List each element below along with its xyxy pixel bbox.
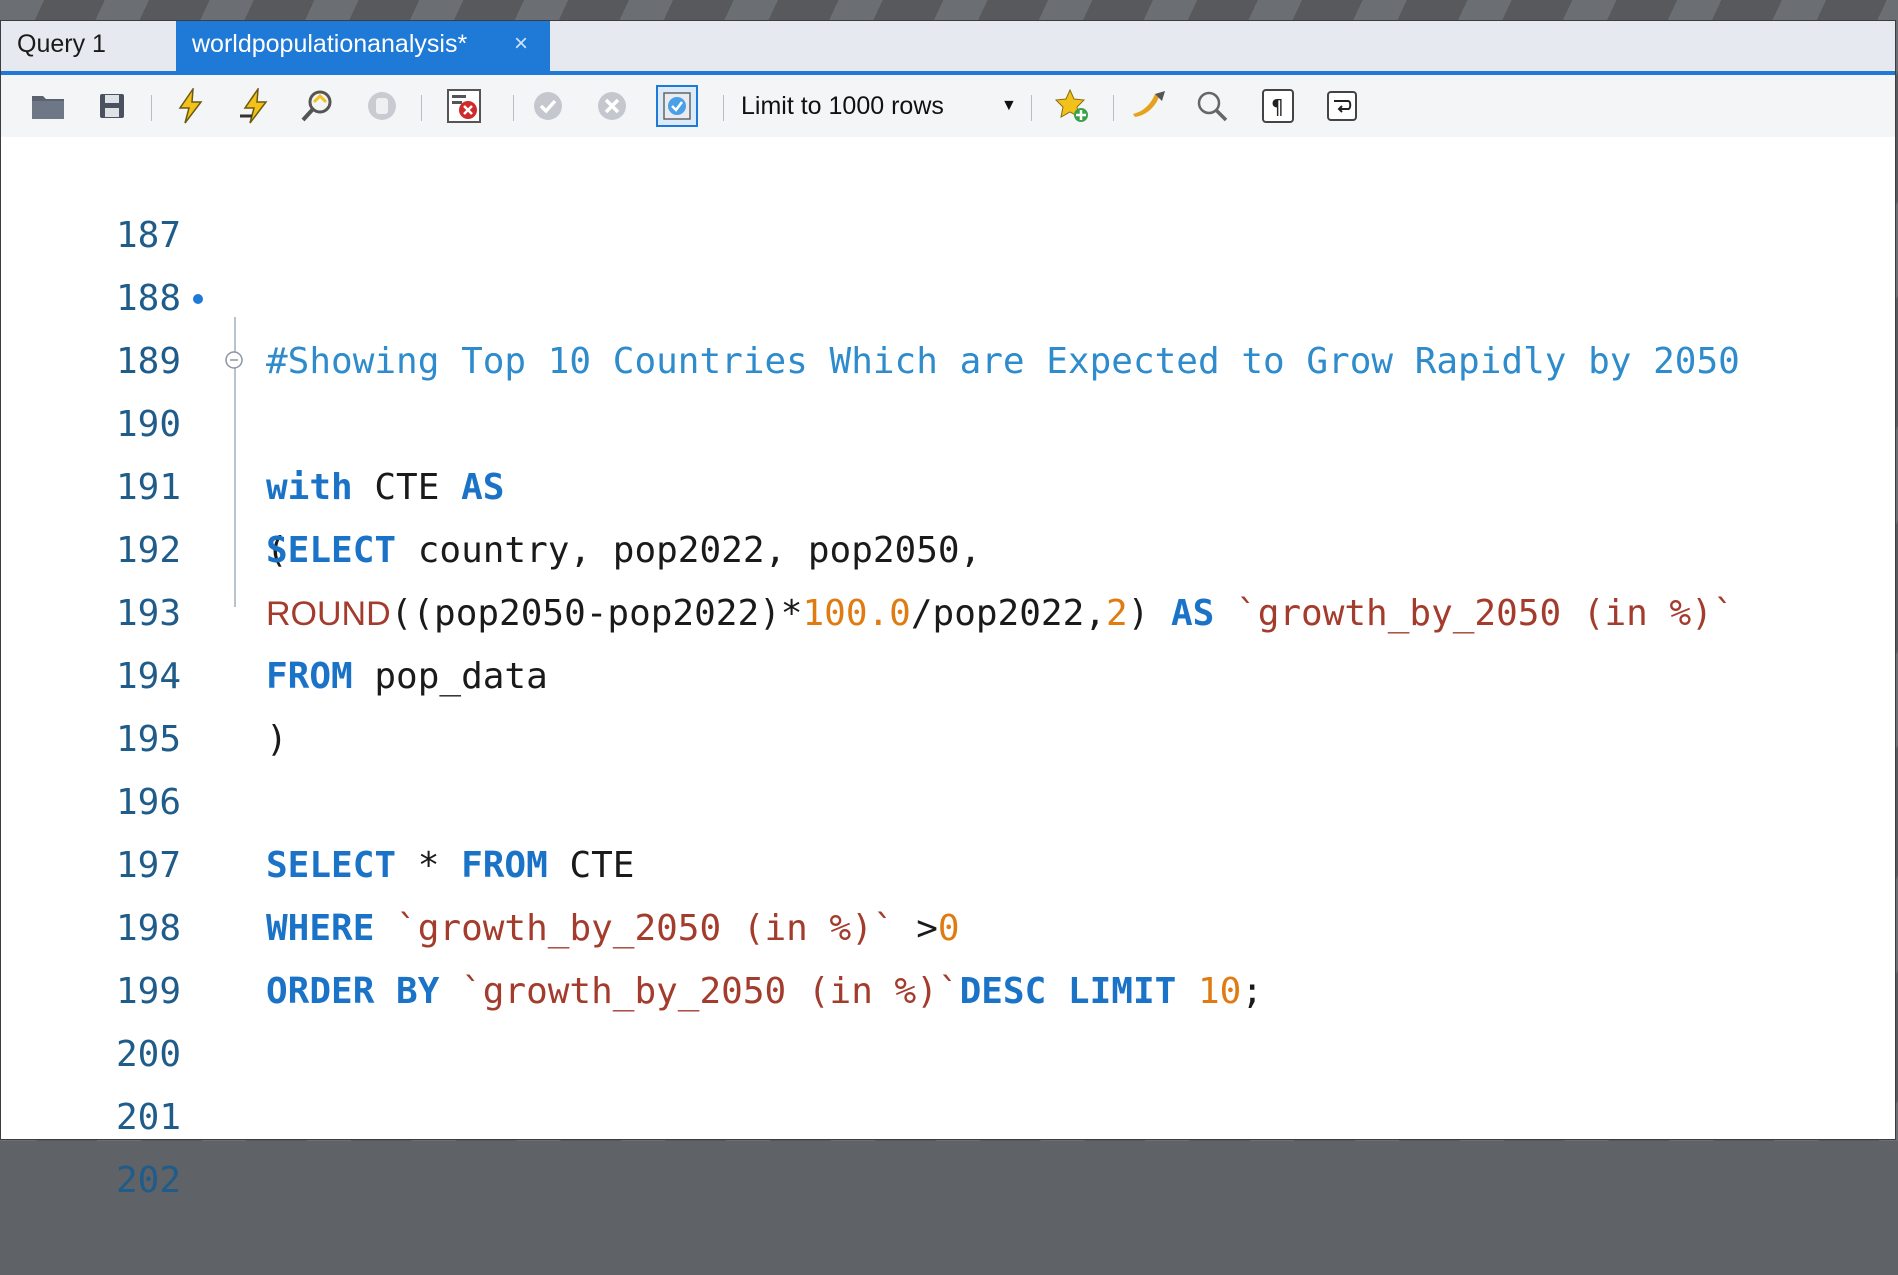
separator bbox=[151, 95, 152, 121]
code-line: 200 bbox=[1, 960, 1895, 1075]
close-icon[interactable]: × bbox=[514, 21, 528, 67]
toggle-error-icon[interactable] bbox=[445, 87, 483, 125]
code-line: 194 ) bbox=[1, 582, 1895, 760]
explain-icon[interactable] bbox=[299, 87, 337, 125]
toolbar: Limit to 1000 rows ▼ ¶ bbox=[1, 75, 1895, 137]
code-line: 201 bbox=[1, 1023, 1895, 1138]
autocommit-icon[interactable] bbox=[656, 85, 698, 127]
separator bbox=[723, 95, 724, 121]
rollback-icon[interactable] bbox=[593, 87, 631, 125]
tab-label: worldpopulationanalysis* bbox=[192, 30, 468, 58]
word-wrap-icon[interactable] bbox=[1323, 87, 1361, 125]
code-line: 189 with CTE AS bbox=[1, 267, 1895, 508]
invisible-chars-icon[interactable]: ¶ bbox=[1259, 87, 1297, 125]
folder-open-icon[interactable] bbox=[29, 87, 67, 125]
code-line: 191 SELECT country, pop2022, pop2050, bbox=[1, 393, 1895, 571]
separator bbox=[1031, 95, 1032, 121]
beautify-icon[interactable] bbox=[1131, 87, 1169, 125]
svg-text:¶: ¶ bbox=[1271, 95, 1284, 119]
statement-marker-icon bbox=[193, 294, 203, 304]
line-number: 202 bbox=[115, 1160, 181, 1201]
tab-bar: Query 1 worldpopulationanalysis* × bbox=[1, 21, 1895, 75]
code-line: 193 FROM pop_data bbox=[1, 519, 1895, 697]
separator bbox=[1113, 95, 1114, 121]
code-line: 195 bbox=[1, 645, 1895, 760]
sql-editor[interactable]: 187 188 #Showing Top 10 Countries Which … bbox=[1, 141, 1895, 1201]
query-editor-window: Query 1 worldpopulationanalysis* × Limit… bbox=[0, 20, 1896, 1201]
code-line: 196 SELECT * FROM CTE bbox=[1, 708, 1895, 886]
code-line: 198 ORDER BY `growth_by_2050 (in %)`DESC… bbox=[1, 834, 1895, 1012]
code-line: 188 #Showing Top 10 Countries Which are … bbox=[1, 204, 1895, 382]
tab-query-1[interactable]: Query 1 bbox=[1, 21, 176, 71]
commit-icon[interactable] bbox=[529, 87, 567, 125]
code-line: 192 ROUND((pop2050-pop2022)*100.0/pop202… bbox=[1, 456, 1895, 634]
code-line: 187 bbox=[1, 141, 1895, 256]
execute-icon[interactable] bbox=[171, 87, 209, 125]
save-icon[interactable] bbox=[93, 87, 131, 125]
code-line: 197 WHERE `growth_by_2050 (in %)` >0 bbox=[1, 771, 1895, 949]
tab-worldpopulationanalysis[interactable]: worldpopulationanalysis* × bbox=[176, 21, 550, 71]
tab-label: Query 1 bbox=[17, 30, 106, 58]
code-line: 199 bbox=[1, 897, 1895, 1012]
find-icon[interactable] bbox=[1193, 87, 1231, 125]
code-line: 190 ( bbox=[1, 330, 1895, 571]
separator bbox=[513, 95, 514, 121]
chevron-down-icon: ▼ bbox=[1001, 97, 1017, 114]
limit-rows-select[interactable]: Limit to 1000 rows ▼ bbox=[741, 87, 1026, 125]
fold-collapse-icon[interactable] bbox=[224, 350, 244, 370]
separator bbox=[421, 95, 422, 121]
snippet-add-icon[interactable] bbox=[1053, 87, 1091, 125]
execute-current-icon[interactable] bbox=[236, 87, 274, 125]
limit-rows-value: Limit to 1000 rows bbox=[741, 92, 944, 120]
code-line: 202 bbox=[1, 1086, 1895, 1201]
stop-icon[interactable] bbox=[363, 87, 401, 125]
